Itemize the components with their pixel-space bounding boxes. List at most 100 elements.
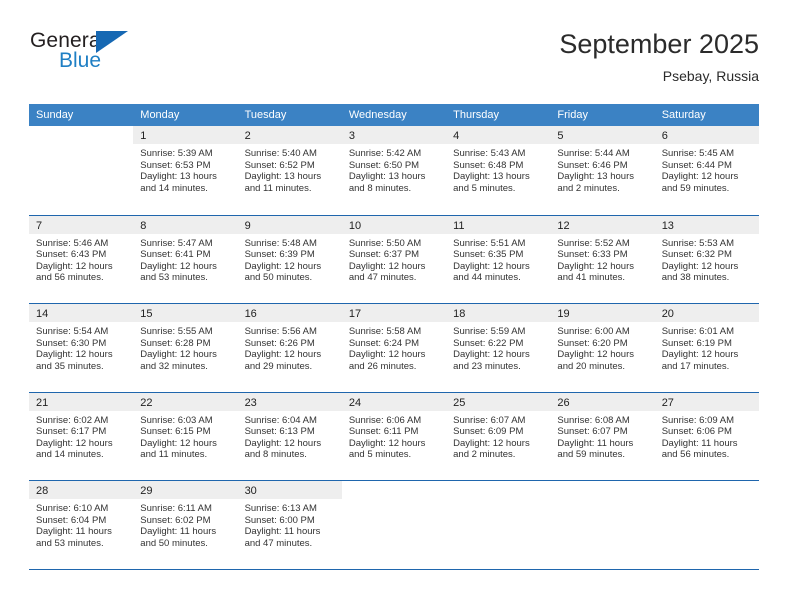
day-number-bar: 15 xyxy=(133,304,238,322)
daylight-text-line2: and 8 minutes. xyxy=(348,182,412,194)
calendar-day-cell[interactable]: 19 Sunrise: 6:00 AM Sunset: 6:20 PM Dayligh… xyxy=(550,304,655,392)
page-title: September 2025 xyxy=(559,29,759,59)
day-number: 22 xyxy=(140,396,153,409)
day-info: Sunrise: 5:53 AM Sunset: 6:32 PM Daylight:… xyxy=(655,234,759,284)
calendar-day-cell[interactable]: 15 Sunrise: 5:55 AM Sunset: 6:28 PM Dayligh… xyxy=(133,304,238,392)
day-number-bar: 4 xyxy=(446,126,551,144)
calendar-day-cell[interactable]: 18 Sunrise: 5:59 AM Sunset: 6:22 PM Dayligh… xyxy=(446,304,551,392)
calendar-day-cell[interactable]: 17 Sunrise: 5:58 AM Sunset: 6:24 PM Dayligh… xyxy=(341,304,447,392)
day-number: 10 xyxy=(348,219,362,232)
daylight-text-line2: and 59 minutes. xyxy=(557,449,626,461)
calendar-day-cell[interactable]: 21 Sunrise: 6:02 AM Sunset: 6:17 PM Dayligh… xyxy=(29,392,134,481)
sunset-text: Sunset: 6:44 PM xyxy=(661,159,732,171)
day-number: 30 xyxy=(244,485,257,497)
sunset-text: Sunset: 6:11 PM xyxy=(348,426,419,438)
calendar-day-cell[interactable]: 22 Sunrise: 6:03 AM Sunset: 6:15 PM Dayligh… xyxy=(133,392,238,481)
daylight-text-line1: Daylight: 12 hours xyxy=(140,260,217,272)
calendar-day-cell[interactable]: 5 Sunrise: 5:44 AM Sunset: 6:46 PM Daylight… xyxy=(550,126,655,215)
calendar-day-cell[interactable]: 9 Sunrise: 5:48 AM Sunset: 6:39 PM Daylight… xyxy=(237,215,342,304)
sunset-text: Sunset: 6:37 PM xyxy=(348,249,420,261)
calendar-day-cell[interactable]: 20 Sunrise: 6:01 AM Sunset: 6:19 PM Dayligh… xyxy=(654,304,759,392)
day-number-bar: 25 xyxy=(446,392,551,411)
day-info: Sunrise: 6:01 AM Sunset: 6:19 PM Daylight:… xyxy=(655,322,759,372)
sunset-text: Sunset: 6:07 PM xyxy=(557,426,628,438)
calendar-week-row: 28 Sunrise: 6:10 AM Sunset: 6:04 PM Dayligh… xyxy=(29,480,759,569)
day-number-bar: 8 xyxy=(133,215,238,234)
calendar-day-empty xyxy=(654,481,759,569)
day-number-bar: 3 xyxy=(341,126,447,144)
calendar-day-cell[interactable]: 23 Sunrise: 6:04 AM Sunset: 6:13 PM Dayligh… xyxy=(237,392,342,481)
sunset-text: Sunset: 6:48 PM xyxy=(453,159,524,171)
day-number: 4 xyxy=(453,130,460,142)
title-block: September 2025 Psebay, Russia xyxy=(559,28,759,86)
day-info: Sunrise: 5:54 AM Sunset: 6:30 PM Daylight:… xyxy=(29,322,133,372)
day-number: 26 xyxy=(557,396,570,409)
daylight-text-line1: Daylight: 12 hours xyxy=(244,437,322,449)
daylight-text-line1: Daylight: 12 hours xyxy=(140,349,217,361)
day-info: Sunrise: 6:04 AM Sunset: 6:13 PM Daylight:… xyxy=(238,411,342,461)
day-info: Sunrise: 5:48 AM Sunset: 6:39 PM Daylight:… xyxy=(238,234,342,284)
day-number: 15 xyxy=(140,308,153,320)
weekday-monday: Monday xyxy=(140,109,180,121)
calendar-day-cell[interactable]: 7 Sunrise: 5:46 AM Sunset: 6:43 PM Daylight… xyxy=(29,215,134,304)
sunrise-text: Sunrise: 5:40 AM xyxy=(244,148,317,159)
day-info: Sunrise: 5:55 AM Sunset: 6:28 PM Daylight:… xyxy=(133,322,237,372)
sunrise-text: Sunrise: 5:46 AM xyxy=(36,237,109,249)
daylight-text-line1: Daylight: 12 hours xyxy=(557,260,634,272)
sunrise-text: Sunrise: 6:11 AM xyxy=(140,503,212,514)
calendar-day-cell[interactable]: 3 Sunrise: 5:42 AM Sunset: 6:50 PM Daylight… xyxy=(341,126,447,215)
calendar-day-cell[interactable]: 11 Sunrise: 5:51 AM Sunset: 6:35 PM Dayligh… xyxy=(446,215,551,304)
weekday-sunday: Sunday xyxy=(36,109,74,121)
daylight-text-line2: and 14 minutes. xyxy=(36,449,104,461)
sunset-text: Sunset: 6:17 PM xyxy=(36,426,107,438)
sunrise-text: Sunrise: 6:03 AM xyxy=(140,414,213,426)
day-number-bar: 16 xyxy=(237,304,342,322)
day-info: Sunrise: 5:51 AM Sunset: 6:35 PM Daylight:… xyxy=(446,234,550,284)
calendar-day-empty xyxy=(341,481,447,569)
calendar-day-cell[interactable]: 29 Sunrise: 6:11 AM Sunset: 6:02 PM Dayligh… xyxy=(133,481,238,569)
calendar-day-cell[interactable]: 8 Sunrise: 5:47 AM Sunset: 6:41 PM Daylight… xyxy=(133,215,238,304)
sunset-text: Sunset: 6:28 PM xyxy=(140,337,211,349)
day-info: Sunrise: 6:09 AM Sunset: 6:06 PM Daylight:… xyxy=(655,411,759,461)
calendar-day-cell[interactable]: 26 Sunrise: 6:08 AM Sunset: 6:07 PM Dayligh… xyxy=(550,392,655,481)
calendar-weeks: 1 Sunrise: 5:39 AM Sunset: 6:53 PM Daylight… xyxy=(29,126,759,569)
calendar-day-cell[interactable]: 12 Sunrise: 5:52 AM Sunset: 6:33 PM Dayligh… xyxy=(550,215,655,304)
day-number-bar: 18 xyxy=(446,304,551,322)
calendar-day-cell[interactable]: 13 Sunrise: 5:53 AM Sunset: 6:32 PM Dayligh… xyxy=(654,215,759,304)
daylight-text-line2: and 59 minutes. xyxy=(661,182,730,194)
day-number: 21 xyxy=(36,396,49,409)
day-number-bar: 23 xyxy=(237,392,342,411)
weekday-header-row: Sunday Monday Tuesday Wednesday Thursday… xyxy=(29,104,759,126)
calendar-week-row: 21 Sunrise: 6:02 AM Sunset: 6:17 PM Dayligh… xyxy=(29,391,759,481)
calendar-day-cell[interactable]: 30 Sunrise: 6:13 AM Sunset: 6:00 PM Dayligh… xyxy=(237,481,342,569)
day-info: Sunrise: 5:46 AM Sunset: 6:43 PM Daylight:… xyxy=(29,234,133,284)
day-number-bar: 9 xyxy=(237,215,342,234)
calendar-day-cell[interactable]: 2 Sunrise: 5:40 AM Sunset: 6:52 PM Daylight… xyxy=(237,126,342,215)
brand-logo[interactable]: General Blue xyxy=(29,28,189,86)
daylight-text-line2: and 50 minutes. xyxy=(140,537,208,549)
day-number-bar: 26 xyxy=(550,392,655,411)
day-info: Sunrise: 6:08 AM Sunset: 6:07 PM Daylight:… xyxy=(550,411,654,461)
calendar-day-cell[interactable]: 16 Sunrise: 5:56 AM Sunset: 6:26 PM Dayligh… xyxy=(237,304,342,392)
day-number: 29 xyxy=(140,485,153,497)
daylight-text-line2: and 11 minutes. xyxy=(244,182,312,194)
calendar-day-cell[interactable]: 27 Sunrise: 6:09 AM Sunset: 6:06 PM Dayligh… xyxy=(654,392,759,481)
sunrise-text: Sunrise: 5:42 AM xyxy=(348,148,422,159)
calendar-day-cell[interactable]: 24 Sunrise: 6:06 AM Sunset: 6:11 PM Dayligh… xyxy=(341,392,447,481)
calendar-day-cell[interactable]: 1 Sunrise: 5:39 AM Sunset: 6:53 PM Daylight… xyxy=(133,126,238,215)
calendar-day-cell[interactable]: 14 Sunrise: 5:54 AM Sunset: 6:30 PM Dayligh… xyxy=(29,304,134,392)
calendar-day-cell[interactable]: 28 Sunrise: 6:10 AM Sunset: 6:04 PM Dayligh… xyxy=(29,481,134,569)
sunset-text: Sunset: 6:39 PM xyxy=(244,249,315,261)
calendar-day-cell[interactable]: 10 Sunrise: 5:50 AM Sunset: 6:37 PM Dayligh… xyxy=(341,215,447,304)
page-header: General Blue September 2025 Psebay, Russ… xyxy=(29,28,759,98)
weekday-friday: Friday xyxy=(557,109,588,121)
day-number-bar: 22 xyxy=(133,392,238,411)
calendar-day-cell[interactable]: 4 Sunrise: 5:43 AM Sunset: 6:48 PM Daylight… xyxy=(446,126,551,215)
sunset-text: Sunset: 6:06 PM xyxy=(661,426,732,438)
day-number-bar: 20 xyxy=(654,304,759,322)
calendar-day-cell[interactable]: 25 Sunrise: 6:07 AM Sunset: 6:09 PM Dayligh… xyxy=(446,392,551,481)
day-number-bar: 12 xyxy=(550,215,655,234)
day-info: Sunrise: 5:40 AM Sunset: 6:52 PM Daylight:… xyxy=(238,144,342,194)
day-number: 24 xyxy=(348,396,362,409)
calendar-day-cell[interactable]: 6 Sunrise: 5:45 AM Sunset: 6:44 PM Daylight… xyxy=(654,126,759,215)
